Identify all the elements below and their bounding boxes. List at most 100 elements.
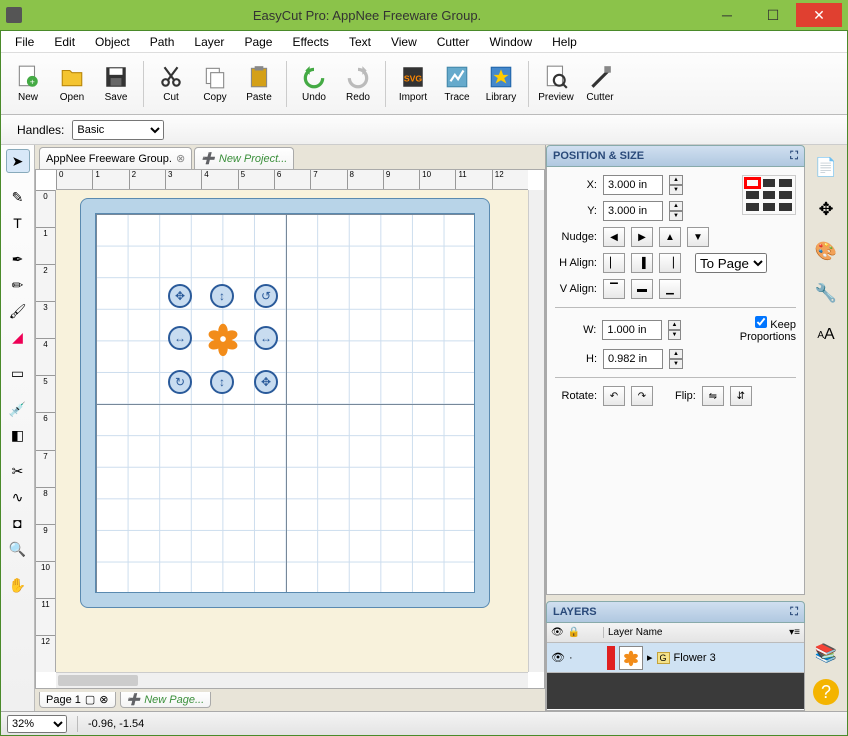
menu-window[interactable]: Window xyxy=(479,33,542,51)
new-button[interactable]: +New xyxy=(7,56,49,112)
nudge-down[interactable]: ▼ xyxy=(687,227,709,247)
node-tool[interactable]: ✎ xyxy=(6,185,30,209)
menu-edit[interactable]: Edit xyxy=(44,33,85,51)
menu-path[interactable]: Path xyxy=(140,33,185,51)
x-down[interactable]: ▼ xyxy=(669,185,683,195)
minimize-button[interactable]: ─ xyxy=(704,3,750,27)
menu-page[interactable]: Page xyxy=(234,33,282,51)
valign-top[interactable]: ▔ xyxy=(603,279,625,299)
preview-button[interactable]: Preview xyxy=(535,56,577,112)
maximize-button[interactable]: ☐ xyxy=(750,3,796,27)
menu-text[interactable]: Text xyxy=(339,33,381,51)
redo-button[interactable]: Redo xyxy=(337,56,379,112)
handles-select[interactable]: Basic xyxy=(72,120,164,140)
canvas[interactable]: 0123456789101112 0123456789101112 ✥ ↕ ↺ … xyxy=(35,169,545,689)
rotate-ccw[interactable]: ↶ xyxy=(603,386,625,406)
flip-v[interactable]: ⇵ xyxy=(730,386,752,406)
w-input[interactable]: 1.000 in xyxy=(602,320,661,340)
layers-menu-icon[interactable]: ▾≡ xyxy=(785,627,804,638)
close-button[interactable]: ✕ xyxy=(796,3,842,27)
grid[interactable]: ✥ ↕ ↺ ↔ ↔ ↻ ↕ ✥ xyxy=(95,213,475,593)
trace-button[interactable]: Trace xyxy=(436,56,478,112)
y-up[interactable]: ▲ xyxy=(669,201,683,211)
pencil-tool[interactable]: ✏ xyxy=(6,273,30,297)
menu-layer[interactable]: Layer xyxy=(184,33,234,51)
panel-expand-icon[interactable]: ⛶ xyxy=(790,606,798,619)
brush-tool[interactable]: 🖌 xyxy=(6,299,30,323)
library-button[interactable]: Library xyxy=(480,56,522,112)
pen-tool[interactable]: ✒ xyxy=(6,247,30,271)
menu-object[interactable]: Object xyxy=(85,33,140,51)
eraser-tool[interactable]: ◢ xyxy=(6,325,30,349)
nudge-right[interactable]: ▶ xyxy=(631,227,653,247)
x-up[interactable]: ▲ xyxy=(669,175,683,185)
valign-bottom[interactable]: ▁ xyxy=(659,279,681,299)
import-button[interactable]: SVGImport xyxy=(392,56,434,112)
cut-button[interactable]: Cut xyxy=(150,56,192,112)
help-icon[interactable]: ? xyxy=(813,679,839,705)
measure-tool[interactable]: ∿ xyxy=(6,485,30,509)
layer-name[interactable]: Flower 3 xyxy=(674,652,716,664)
hand-tool[interactable]: ✋ xyxy=(6,573,30,597)
handle-top[interactable]: ↕ xyxy=(210,284,234,308)
valign-middle[interactable]: ▬ xyxy=(631,279,653,299)
text-tool[interactable]: T xyxy=(6,211,30,235)
handle-bottom[interactable]: ↕ xyxy=(210,370,234,394)
handle-move[interactable]: ✥ xyxy=(168,284,192,308)
canvas-area[interactable]: ✥ ↕ ↺ ↔ ↔ ↻ ↕ ✥ xyxy=(56,190,528,672)
selected-object[interactable]: ✥ ↕ ↺ ↔ ↔ ↻ ↕ ✥ xyxy=(172,288,274,390)
rotate-cw[interactable]: ↷ xyxy=(631,386,653,406)
handle-rotate[interactable]: ↺ xyxy=(254,284,278,308)
layer-row[interactable]: 👁· ▸ G Flower 3 xyxy=(547,643,804,673)
y-down[interactable]: ▼ xyxy=(669,211,683,221)
gradient-tool[interactable]: ◧ xyxy=(6,423,30,447)
flip-h[interactable]: ⇋ xyxy=(702,386,724,406)
select-tool[interactable]: ➤ xyxy=(6,149,30,173)
shape-tool[interactable]: ▭ xyxy=(6,361,30,385)
menu-view[interactable]: View xyxy=(381,33,427,51)
anchor-grid[interactable] xyxy=(742,175,796,215)
y-input[interactable]: 3.000 in xyxy=(603,201,663,221)
crop-tool[interactable]: ◘ xyxy=(6,511,30,535)
document-tab[interactable]: ➕ New Project... xyxy=(194,147,294,169)
handle-skew[interactable]: ↻ xyxy=(168,370,192,394)
close-tab-icon[interactable]: ⊗ xyxy=(176,152,185,165)
layer-expand-icon[interactable]: ▸ xyxy=(647,651,653,664)
zoom-tool[interactable]: 🔍 xyxy=(6,537,30,561)
open-button[interactable]: Open xyxy=(51,56,93,112)
document-panel-icon[interactable]: 📄 xyxy=(810,151,842,183)
flower-shape[interactable] xyxy=(204,320,242,358)
handle-scale[interactable]: ✥ xyxy=(254,370,278,394)
zoom-select[interactable]: 32% xyxy=(7,715,67,733)
handle-right[interactable]: ↔ xyxy=(254,326,278,350)
menu-help[interactable]: Help xyxy=(542,33,587,51)
scrollbar-horizontal[interactable] xyxy=(56,672,528,688)
undo-button[interactable]: Undo xyxy=(293,56,335,112)
layers-panel-icon[interactable]: 📚 xyxy=(810,637,842,669)
menu-cutter[interactable]: Cutter xyxy=(427,33,480,51)
copy-button[interactable]: Copy xyxy=(194,56,236,112)
nudge-up[interactable]: ▲ xyxy=(659,227,681,247)
nudge-left[interactable]: ◀ xyxy=(603,227,625,247)
save-button[interactable]: Save xyxy=(95,56,137,112)
page-tab[interactable]: ➕ New Page... xyxy=(120,692,212,708)
halign-right[interactable]: ▕ xyxy=(659,253,681,273)
color-panel-icon[interactable]: 🎨 xyxy=(810,235,842,267)
menu-file[interactable]: File xyxy=(5,33,44,51)
scrollbar-vertical[interactable] xyxy=(528,190,544,672)
handle-left[interactable]: ↔ xyxy=(168,326,192,350)
text-panel-icon[interactable]: AA xyxy=(810,319,842,351)
layers-header[interactable]: LAYERS ⛶ xyxy=(546,601,805,623)
h-input[interactable]: 0.982 in xyxy=(603,349,663,369)
panel-expand-icon[interactable]: ⛶ xyxy=(790,150,798,163)
layer-visible-icon[interactable]: 👁 xyxy=(551,651,565,664)
position-size-header[interactable]: POSITION & SIZE ⛶ xyxy=(546,145,805,167)
x-input[interactable]: 3.000 in xyxy=(603,175,663,195)
page-tab[interactable]: Page 1 ▢ ⊗ xyxy=(39,692,116,708)
menu-effects[interactable]: Effects xyxy=(282,33,338,51)
align-target-select[interactable]: To Page xyxy=(695,253,767,273)
document-tab[interactable]: AppNee Freeware Group.⊗ xyxy=(39,147,192,169)
knife-tool[interactable]: ✂ xyxy=(6,459,30,483)
cutter-button[interactable]: Cutter xyxy=(579,56,621,112)
layer-color[interactable] xyxy=(607,646,615,670)
